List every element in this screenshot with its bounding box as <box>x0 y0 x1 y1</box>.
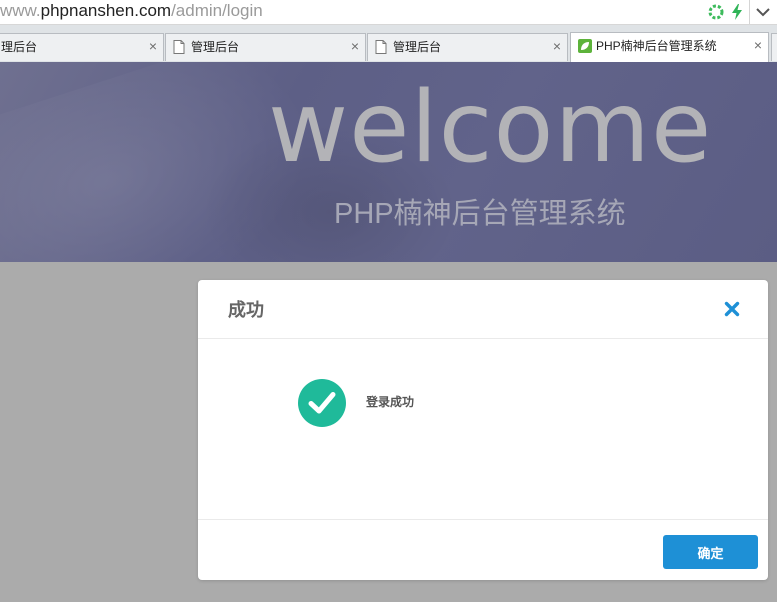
tab-3-label: 管理后台 <box>393 40 442 54</box>
tab-2[interactable]: 管理后台 × <box>165 33 366 61</box>
tab-strip: 理后台 × 管理后台 × 管理后台 × PHP楠神后台管理系统 × <box>0 25 777 63</box>
blank-page-icon <box>173 40 185 54</box>
dropdown-chevron-icon[interactable] <box>754 3 772 21</box>
tab-3[interactable]: 管理后台 × <box>367 33 568 61</box>
dialog-title: 成功 <box>228 300 264 320</box>
system-subtitle: PHP楠神后台管理系统 <box>334 198 626 230</box>
address-bar[interactable]: www.phpnanshen.com/admin/login <box>0 0 777 25</box>
dialog-footer: 确定 <box>198 519 768 581</box>
confirm-button[interactable]: 确定 <box>663 535 758 569</box>
tab-1-label: 理后台 <box>1 40 38 54</box>
close-icon[interactable] <box>721 298 743 320</box>
tab-2-label: 管理后台 <box>191 40 240 54</box>
success-check-icon <box>298 379 346 427</box>
dialog-body: 登录成功 <box>198 339 768 519</box>
welcome-banner: welcome PHP楠神后台管理系统 <box>0 62 777 262</box>
tab-1-close-icon[interactable]: × <box>149 38 157 54</box>
dialog-message: 登录成功 <box>366 395 415 409</box>
success-dialog: 成功 登录成功 确定 <box>198 280 768 580</box>
tab-4-active[interactable]: PHP楠神后台管理系统 × <box>570 32 769 62</box>
lightning-icon[interactable] <box>728 3 746 21</box>
leaf-favicon-icon <box>578 39 592 53</box>
url-text[interactable]: www.phpnanshen.com/admin/login <box>0 1 263 21</box>
blank-page-icon <box>375 40 387 54</box>
tab-4-label: PHP楠神后台管理系统 <box>596 39 717 53</box>
tab-2-close-icon[interactable]: × <box>351 38 359 54</box>
loading-spinner-icon <box>708 4 724 20</box>
welcome-headline: welcome <box>268 71 713 185</box>
dialog-header: 成功 <box>198 280 768 339</box>
tab-3-close-icon[interactable]: × <box>553 38 561 54</box>
tab-1[interactable]: 理后台 × <box>0 33 164 61</box>
tab-4-close-icon[interactable]: × <box>754 37 762 53</box>
new-tab-stub[interactable] <box>771 33 777 61</box>
